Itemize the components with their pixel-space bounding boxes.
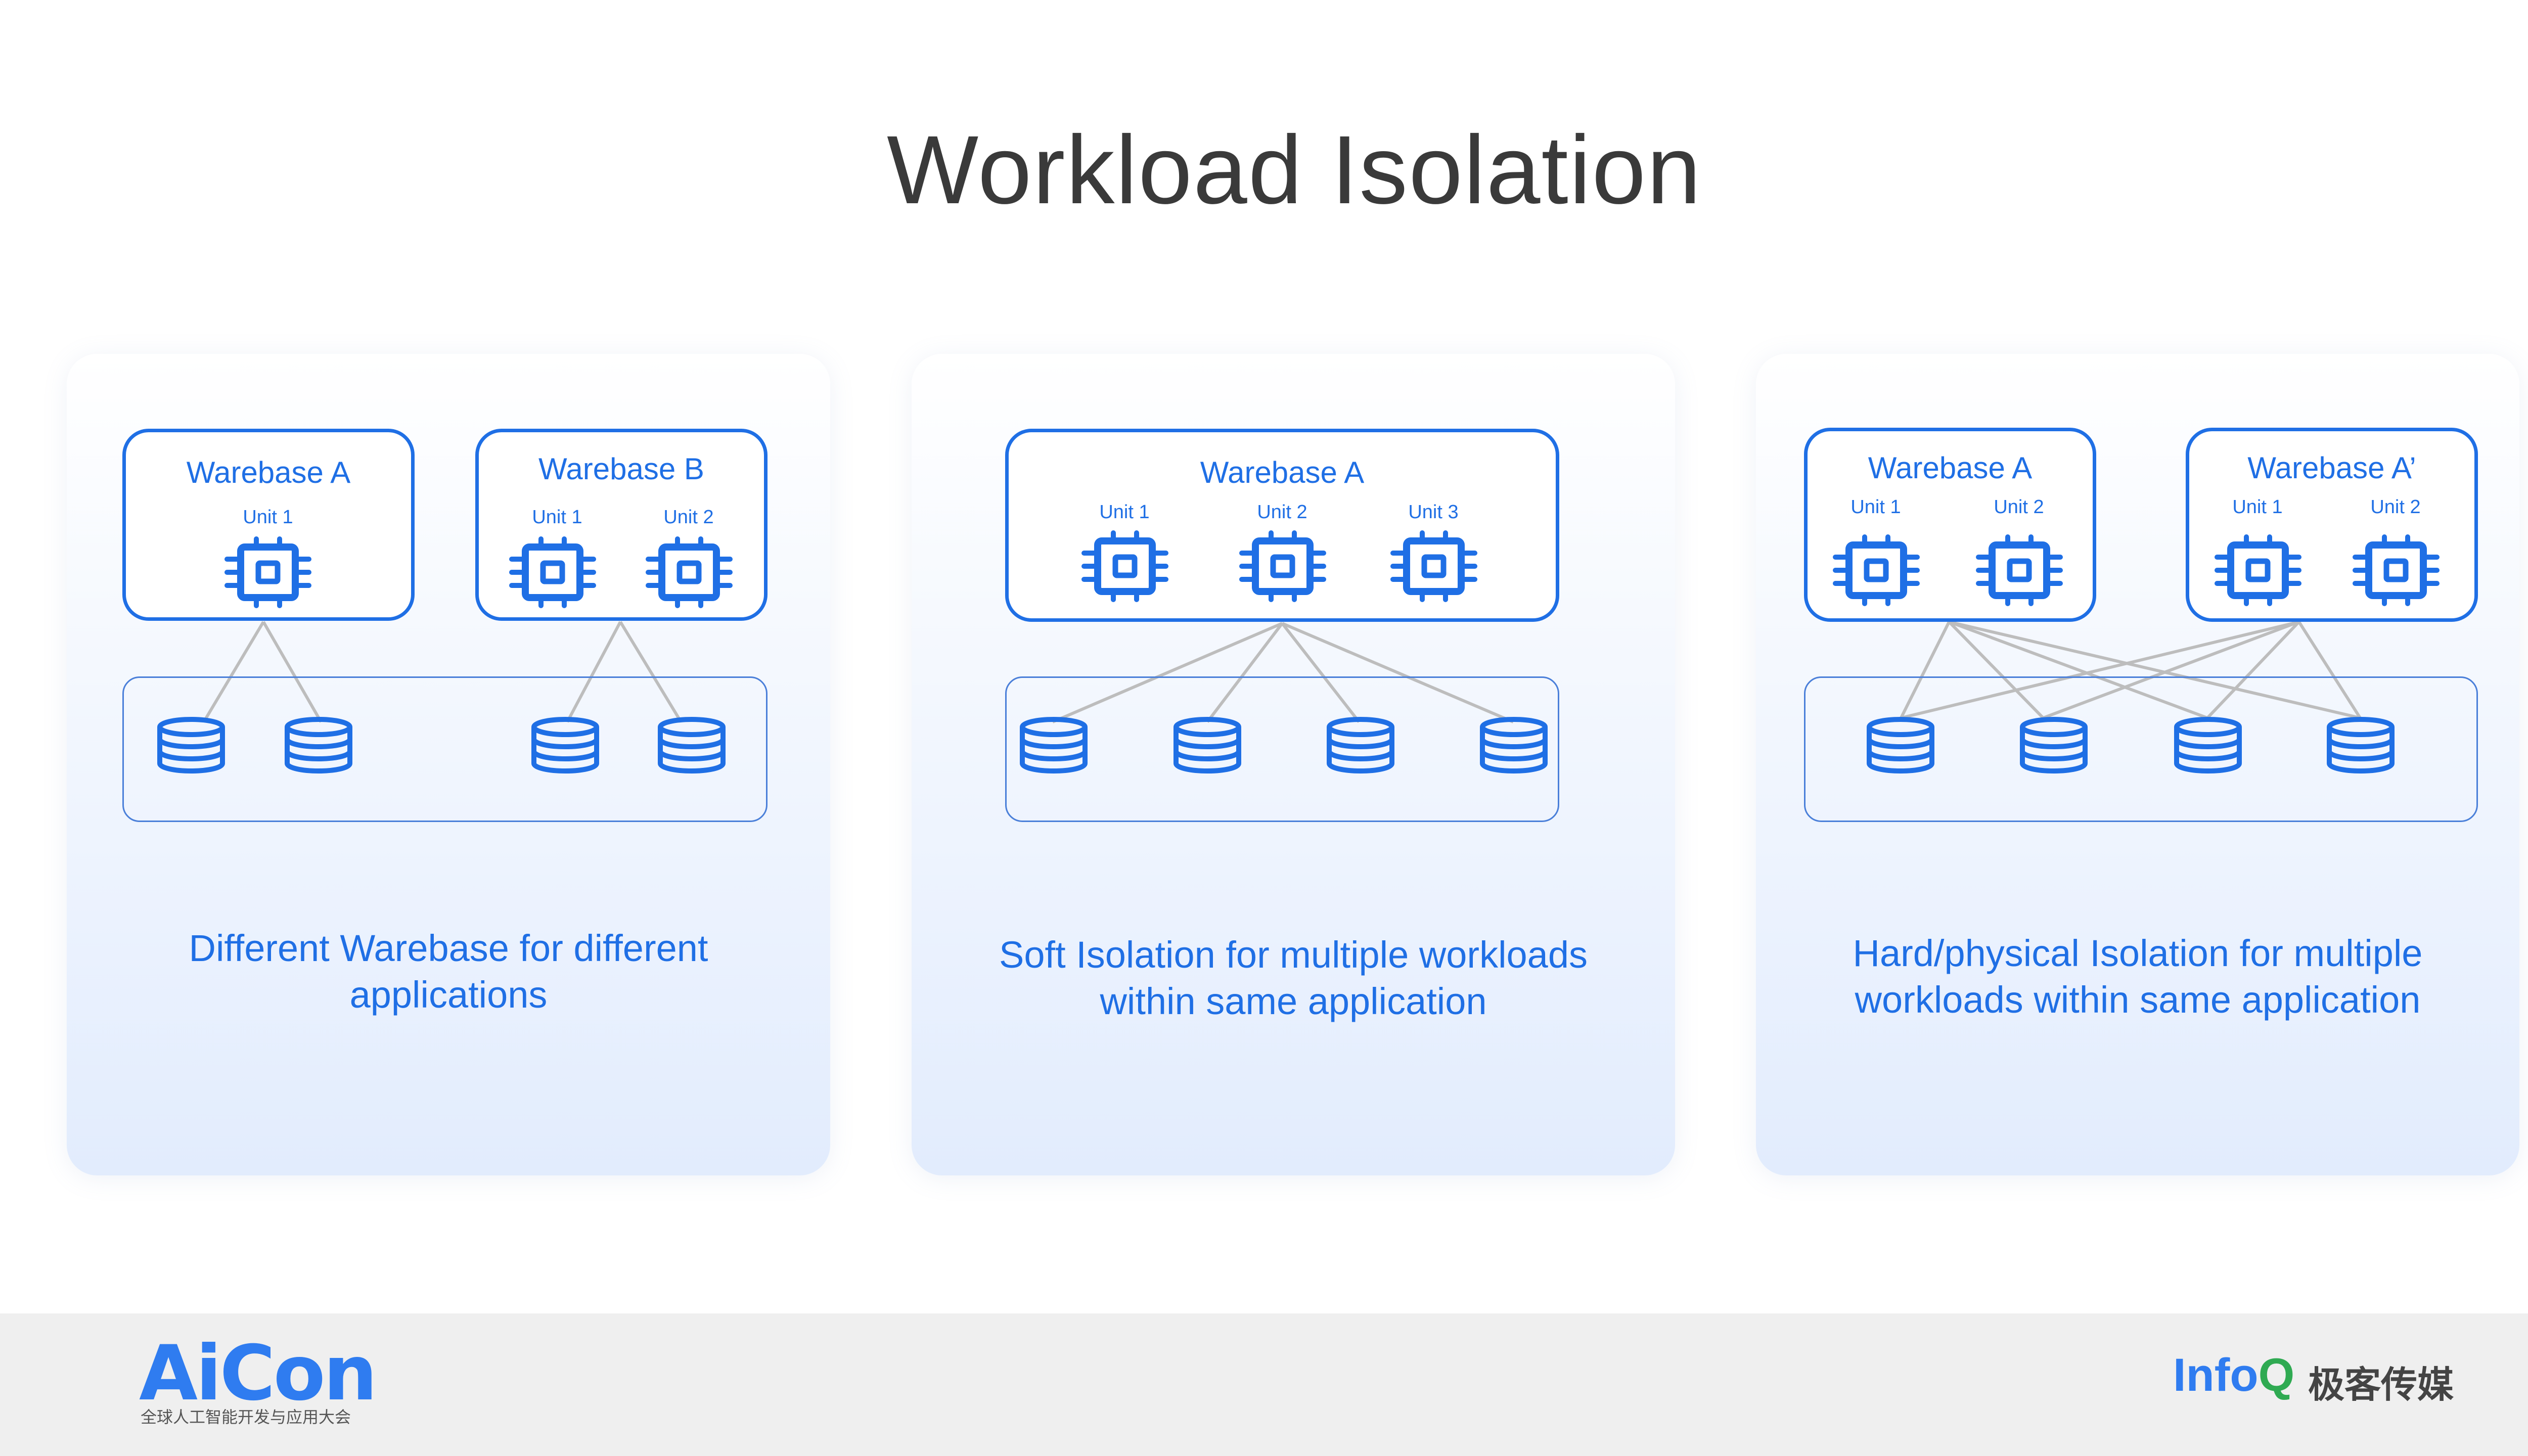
unit-label: Unit 1 <box>1099 502 1150 523</box>
storage-pool <box>1005 676 1559 822</box>
caption-line: within same application <box>1100 980 1487 1022</box>
unit-label: Unit 1 <box>243 507 293 528</box>
unit-label: Unit 2 <box>1257 502 1307 523</box>
panel-caption: Soft Isolation for multiple workloads wi… <box>942 932 1645 1025</box>
unit-label: Unit 1 <box>2232 496 2283 518</box>
warebase-title: Warebase A’ <box>2247 451 2416 485</box>
panel-caption: Hard/physical Isolation for multiple wor… <box>1786 930 2489 1023</box>
unit-label: Unit 1 <box>1850 496 1901 518</box>
caption-line: Different Warebase for different <box>189 927 708 969</box>
warebase-title: Warebase B <box>538 452 704 486</box>
panel-hard-isolation: Warebase A Unit 1 Unit 2 Warebase A’ Uni… <box>1756 354 2519 1175</box>
aicon-tagline: 全球人工智能开发与应用大会 <box>141 1408 351 1426</box>
warebase-title: Warebase A <box>1868 451 2033 485</box>
infoq-logo-q: Q <box>2258 1349 2295 1401</box>
unit-label: Unit 2 <box>1994 496 2044 518</box>
caption-line: workloads within same application <box>1855 979 2421 1021</box>
geek-media-logo: 极客传媒 <box>2308 1365 2454 1405</box>
warebase-title: Warebase A <box>1200 456 1365 489</box>
panel-soft-isolation: Warebase A Unit 1 Unit 2 Unit 3 Soft Iso… <box>912 354 1675 1175</box>
infoq-logo: InfoQ <box>2173 1349 2294 1402</box>
footer-bar <box>0 1313 2528 1456</box>
infoq-logo-main: Info <box>2173 1349 2259 1401</box>
caption-line: applications <box>349 974 548 1016</box>
panel-different-warebase: Warebase A Unit 1 Warebase B Unit 1 Unit… <box>67 354 830 1175</box>
unit-label: Unit 1 <box>532 507 582 528</box>
unit-label: Unit 2 <box>2370 496 2421 518</box>
unit-label: Unit 3 <box>1408 502 1459 523</box>
slide-title: Workload Isolation <box>887 115 1702 224</box>
unit-label: Unit 2 <box>663 507 714 528</box>
panel-caption: Different Warebase for different applica… <box>97 925 800 1018</box>
warebase-title: Warebase A <box>186 456 351 489</box>
caption-line: Soft Isolation for multiple workloads <box>999 934 1588 976</box>
caption-line: Hard/physical Isolation for multiple <box>1853 932 2423 974</box>
